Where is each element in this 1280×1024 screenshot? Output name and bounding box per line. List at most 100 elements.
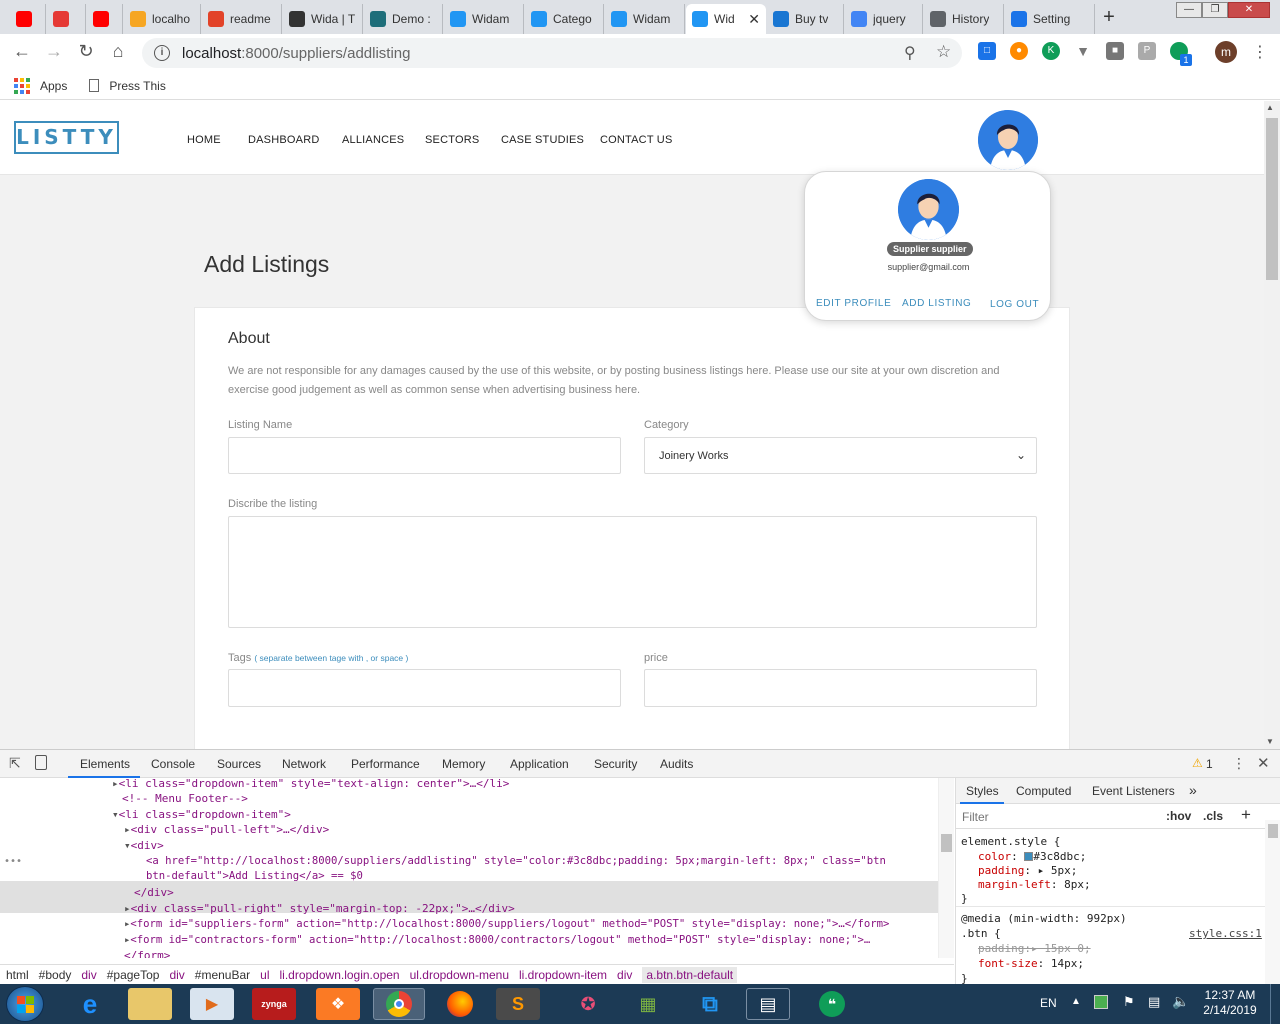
- dom-line-selected[interactable]: btn-default">Add Listing</a> == $0: [146, 869, 363, 885]
- nav-case-studies[interactable]: CASE STUDIES: [501, 134, 584, 146]
- feather-icon[interactable]: ✪: [566, 988, 610, 1020]
- browser-tab[interactable]: jquery: [845, 4, 923, 34]
- style-rule-line[interactable]: color: #3c8dbc;: [978, 850, 1086, 863]
- nav-dashboard[interactable]: DASHBOARD: [248, 134, 319, 146]
- bookmark-press-this[interactable]: Press This: [89, 79, 166, 93]
- browser-tab[interactable]: Buy tv: [767, 4, 844, 34]
- dom-line[interactable]: ▾<li class="dropdown-item">: [112, 807, 291, 823]
- devtools-menu-icon[interactable]: ⋮: [1232, 755, 1246, 772]
- dom-tree-scrollbar[interactable]: [938, 778, 954, 958]
- browser-tab[interactable]: Widam: [444, 4, 524, 34]
- tags-input[interactable]: [228, 669, 621, 707]
- media-player-icon[interactable]: ▶: [190, 988, 234, 1020]
- dom-line[interactable]: </form>: [124, 948, 170, 958]
- style-rule-line[interactable]: }: [961, 892, 968, 905]
- browser-tab[interactable]: History: [924, 4, 1004, 34]
- devtools-close-icon[interactable]: ✕: [1257, 754, 1270, 772]
- bookmark-ext-icon[interactable]: □: [978, 42, 996, 60]
- volume-icon[interactable]: 🔈: [1172, 993, 1189, 1010]
- hov-toggle[interactable]: :hov: [1166, 809, 1191, 823]
- home-icon[interactable]: ⌂: [106, 40, 130, 62]
- start-button[interactable]: [6, 986, 44, 1022]
- scroll-down-icon[interactable]: ▼: [1266, 737, 1274, 746]
- minimize-button[interactable]: —: [1176, 2, 1202, 18]
- ellipsis-icon[interactable]: •••: [4, 854, 22, 870]
- dom-tree[interactable]: ••• ▸<li class="dropdown-item" style="te…: [0, 778, 954, 958]
- browser-tab[interactable]: Demo :: [364, 4, 443, 34]
- edit-profile-link[interactable]: EDIT PROFILE: [816, 298, 891, 309]
- cls-toggle[interactable]: .cls: [1203, 809, 1223, 823]
- add-rule-icon[interactable]: +: [1241, 805, 1251, 825]
- tray-app-icon[interactable]: [1094, 995, 1108, 1009]
- breadcrumb-item[interactable]: div: [169, 968, 184, 982]
- vscode-icon[interactable]: ⧉: [688, 988, 732, 1020]
- internet-explorer-icon[interactable]: e: [68, 988, 112, 1020]
- dom-line[interactable]: </div>: [134, 885, 174, 901]
- hangouts-icon[interactable]: ❝: [810, 988, 854, 1020]
- dom-line[interactable]: ▸<div class="pull-left">…</div>: [124, 822, 329, 838]
- zynga-icon[interactable]: zynga: [252, 988, 296, 1020]
- devtools-tab-sources[interactable]: Sources: [217, 757, 261, 771]
- dom-line[interactable]: ▸<div class="pull-right" style="margin-t…: [124, 901, 515, 917]
- action-center-icon[interactable]: ⚑: [1123, 994, 1135, 1010]
- inspect-element-icon[interactable]: ⇱: [9, 755, 21, 772]
- dom-line[interactable]: ▾<div>: [124, 838, 164, 854]
- styles-tab-styles[interactable]: Styles: [966, 784, 999, 798]
- nav-sectors[interactable]: SECTORS: [425, 134, 479, 146]
- browser-tab[interactable]: Wida | T: [283, 4, 363, 34]
- devtools-tab-performance[interactable]: Performance: [351, 757, 420, 771]
- styles-tab-computed[interactable]: Computed: [1016, 784, 1071, 798]
- style-rule-line[interactable]: padding: ▸ 5px;: [978, 864, 1077, 877]
- language-indicator[interactable]: EN: [1040, 996, 1057, 1010]
- page-scrollbar-thumb[interactable]: [1266, 118, 1278, 280]
- new-tab-button[interactable]: +: [1097, 7, 1121, 29]
- close-tab-icon[interactable]: ✕: [744, 11, 760, 28]
- style-rule-line[interactable]: .btn {: [961, 927, 1001, 940]
- forward-icon[interactable]: →: [42, 40, 66, 62]
- price-input[interactable]: [644, 669, 1037, 707]
- breadcrumb-item[interactable]: #pageTop: [107, 968, 160, 982]
- ext-k-icon[interactable]: K: [1042, 42, 1060, 60]
- device-toolbar-icon[interactable]: [35, 755, 47, 770]
- dom-scroll-thumb[interactable]: [941, 834, 952, 852]
- breadcrumb-item[interactable]: ul.dropdown-menu: [410, 968, 509, 982]
- profile-avatar[interactable]: m: [1215, 41, 1237, 63]
- breadcrumb-item[interactable]: #body: [39, 968, 72, 982]
- breadcrumb-item[interactable]: li.dropdown.login.open: [280, 968, 400, 982]
- bookmark-star-icon[interactable]: ☆: [936, 42, 951, 62]
- devtools-tab-security[interactable]: Security: [594, 757, 637, 771]
- file-explorer-icon[interactable]: [128, 988, 172, 1020]
- terminal-icon[interactable]: ▤: [746, 988, 790, 1020]
- maximize-button[interactable]: ❐: [1202, 2, 1228, 18]
- style-rule-line[interactable]: @media (min-width: 992px): [961, 912, 1127, 925]
- nav-home[interactable]: HOME: [187, 134, 221, 146]
- show-desktop-button[interactable]: [1270, 984, 1280, 1024]
- dom-line[interactable]: ▸<form id="suppliers-form" action="http:…: [124, 917, 889, 933]
- chrome-icon[interactable]: [373, 988, 425, 1020]
- describe-textarea[interactable]: [228, 516, 1037, 628]
- devtools-tab-application[interactable]: Application: [510, 757, 569, 771]
- reload-icon[interactable]: ↻: [74, 40, 98, 62]
- devtools-tab-elements[interactable]: Elements: [80, 757, 130, 771]
- browser-tab[interactable]: Widam: [605, 4, 685, 34]
- styles-scroll-thumb[interactable]: [1268, 824, 1278, 838]
- devtools-tab-console[interactable]: Console: [151, 757, 195, 771]
- browser-tab[interactable]: Setting: [1005, 4, 1095, 34]
- add-listing-link[interactable]: ADD LISTING: [902, 298, 971, 309]
- system-clock[interactable]: 12:37 AM 2/14/2019: [1195, 988, 1265, 1018]
- address-bar[interactable]: i localhost:8000/suppliers/addlisting ⚲ …: [142, 38, 962, 68]
- user-avatar-button[interactable]: [978, 110, 1038, 170]
- breadcrumb-item[interactable]: div: [617, 968, 632, 982]
- ext-v-icon[interactable]: ▼: [1074, 42, 1092, 60]
- style-rule-line[interactable]: element.style {: [961, 835, 1060, 848]
- style-rule-line[interactable]: font-size: 14px;: [978, 957, 1084, 970]
- close-window-button[interactable]: ✕: [1228, 2, 1270, 18]
- logout-link[interactable]: LOG OUT: [990, 299, 1039, 310]
- styles-tab-event-listeners[interactable]: Event Listeners: [1092, 784, 1175, 798]
- breadcrumb-item[interactable]: ul: [260, 968, 269, 982]
- breadcrumb-item[interactable]: #menuBar: [195, 968, 250, 982]
- more-tabs-icon[interactable]: »: [1189, 782, 1197, 798]
- browser-tab[interactable]: [47, 4, 86, 34]
- devtools-tab-network[interactable]: Network: [282, 757, 326, 771]
- color-swatch-icon[interactable]: [1024, 852, 1034, 861]
